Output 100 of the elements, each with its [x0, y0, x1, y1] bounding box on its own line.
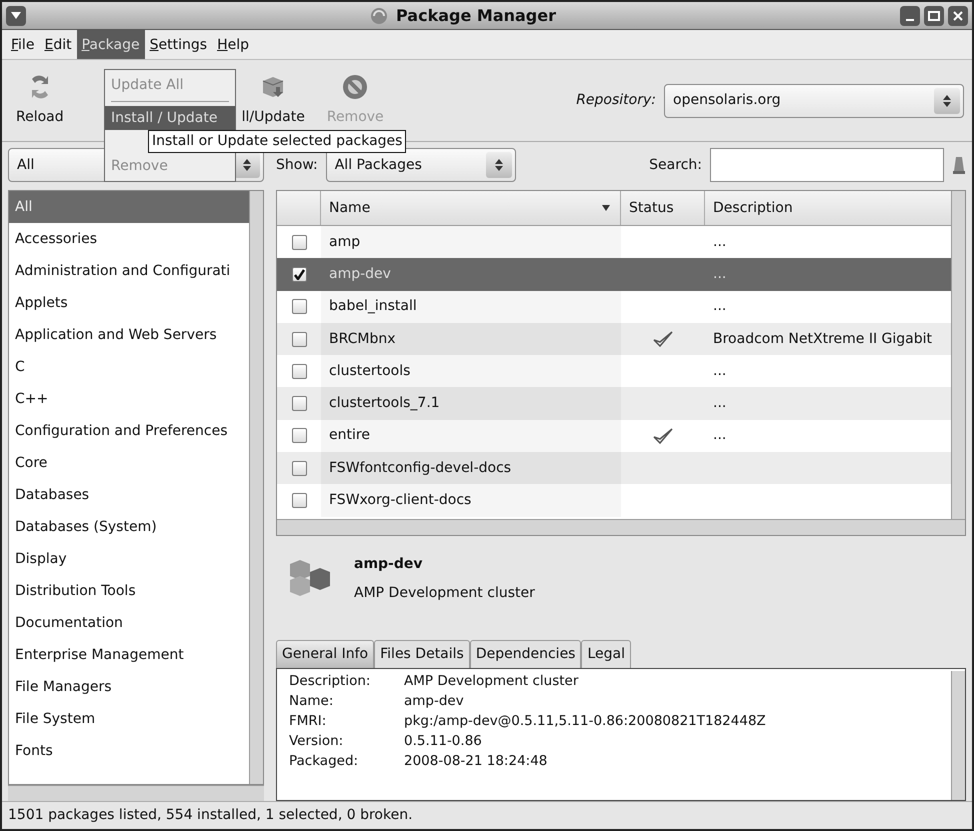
info-value: AMP Development cluster [404, 672, 578, 691]
category-item[interactable]: C [9, 351, 249, 383]
category-item[interactable]: Administration and Configurati [9, 255, 249, 287]
package-name: amp [329, 232, 360, 252]
tooltip: Install or Update selected packages [148, 130, 406, 153]
package-description: Broadcom NetXtreme II Gigabit [713, 330, 932, 347]
package-description: ... [713, 266, 726, 282]
window-title: Package Manager [396, 4, 556, 26]
package-name: FSWfontconfig-devel-docs [329, 458, 512, 478]
menu-item[interactable]: Settings [144, 30, 212, 59]
package-name: babel_install [329, 297, 417, 316]
package-name: clustertools [329, 362, 410, 381]
checkbox[interactable] [292, 460, 306, 476]
category-item[interactable]: Accessories [9, 223, 249, 255]
checkbox[interactable] [292, 266, 306, 282]
package-name: clustertools_7.1 [329, 394, 440, 414]
horizontal-scrollbar[interactable] [8, 785, 264, 801]
package-name: entire [329, 426, 370, 446]
column-header[interactable]: Name [329, 198, 370, 218]
show-dropdown[interactable]: All Packages [326, 148, 516, 182]
category-item[interactable]: File Managers [9, 671, 249, 703]
table-row[interactable]: amp ... [277, 226, 951, 258]
package-name: FSWxorg-client-docs [329, 491, 472, 510]
info-label: Version: [289, 732, 344, 751]
maximize-button[interactable] [924, 6, 944, 26]
category-item[interactable]: C++ [9, 383, 249, 415]
menu-item[interactable]: Install / Update [105, 106, 235, 130]
category-item[interactable]: Databases (System) [9, 511, 249, 543]
package-name: BRCMbnx [329, 330, 396, 349]
spinner-arrows-icon [943, 94, 951, 106]
vertical-scrollbar[interactable] [951, 671, 965, 800]
package-description: ... [713, 234, 726, 250]
category-item[interactable]: Application and Web Servers [9, 319, 249, 351]
field-label: Repository: [576, 91, 656, 110]
checkbox[interactable] [292, 332, 306, 347]
category-item[interactable]: All [9, 191, 249, 223]
table-row[interactable]: babel_install ... [277, 290, 951, 323]
minimize-icon [906, 18, 914, 20]
sort-caret-icon [602, 205, 610, 211]
category-item[interactable]: Distribution Tools [9, 575, 249, 607]
package-description: ... [713, 298, 726, 314]
package-name: amp-dev [329, 264, 391, 284]
package-description: ... [713, 395, 726, 412]
table-row[interactable]: FSWxorg-client-docs [277, 484, 951, 517]
tab[interactable]: Files Details [374, 640, 470, 668]
checkbox[interactable] [292, 396, 306, 412]
table-row[interactable]: clustertools_7.1 ... [277, 387, 951, 420]
tab[interactable]: General Info [276, 640, 374, 668]
caret-icon [11, 12, 21, 20]
menu-item[interactable]: Edit [39, 30, 77, 59]
table-row[interactable]: entire ... [277, 420, 951, 452]
info-value: amp-dev [404, 692, 464, 711]
checkbox[interactable] [292, 234, 306, 250]
menu-item[interactable]: Help [212, 30, 254, 59]
category-item[interactable]: Fonts [9, 735, 249, 767]
field-label: Show: [276, 156, 318, 174]
field-label: Search: [649, 156, 702, 174]
minimize-button[interactable] [900, 6, 920, 26]
table-row[interactable]: clustertools ... [277, 355, 951, 388]
category-item[interactable]: Core [9, 447, 249, 479]
checkbox[interactable] [292, 493, 306, 508]
no-entry-icon [341, 73, 370, 101]
column-header[interactable]: Status [629, 198, 674, 218]
toolbar-button[interactable]: Reload [10, 69, 70, 132]
category-item[interactable]: Applets [9, 287, 249, 319]
checkbox[interactable] [292, 299, 306, 314]
menu-item[interactable]: Package [76, 30, 145, 59]
close-icon [953, 10, 963, 20]
checkbox[interactable] [292, 364, 306, 379]
info-label: Name: [289, 692, 334, 711]
info-label: FMRI: [289, 712, 328, 731]
close-button[interactable] [948, 6, 968, 26]
vertical-scrollbar[interactable] [951, 191, 965, 519]
horizontal-scrollbar[interactable] [277, 519, 965, 535]
table-row[interactable]: FSWfontconfig-devel-docs [277, 452, 951, 484]
category-item[interactable]: Documentation [9, 607, 249, 639]
category-item[interactable]: Configuration and Preferences [9, 415, 249, 447]
repository-dropdown[interactable]: opensolaris.org [664, 84, 964, 118]
spinner-arrows-icon [494, 159, 503, 171]
category-item[interactable]: Databases [9, 479, 249, 511]
menu-item[interactable]: File [6, 30, 40, 59]
tab[interactable]: Dependencies [470, 640, 582, 668]
broom-icon [952, 155, 966, 175]
checkbox[interactable] [292, 428, 306, 444]
vertical-scrollbar[interactable] [249, 191, 263, 784]
table-row[interactable]: amp-dev ... [277, 258, 951, 291]
maximize-icon [928, 10, 940, 20]
window-menu-button[interactable] [6, 6, 26, 26]
table-row[interactable]: BRCMbnx Broadcom NetXtreme II Gigabit [277, 322, 951, 356]
info-value: 2008-08-21 18:24:48 [404, 752, 548, 771]
category-item[interactable]: File System [9, 703, 249, 735]
info-label: Description: [289, 672, 372, 691]
category-item[interactable]: Enterprise Management [9, 639, 249, 671]
package-title: amp-dev [354, 555, 424, 574]
category-item[interactable]: Display [9, 543, 249, 575]
tab[interactable]: Legal [581, 640, 632, 668]
column-header[interactable]: Description [713, 198, 793, 218]
info-value: pkg:/amp-dev@0.5.11,5.11-0.86:20080821T182448Z [404, 712, 766, 731]
search-field[interactable] [710, 148, 944, 182]
check-icon [294, 268, 304, 280]
